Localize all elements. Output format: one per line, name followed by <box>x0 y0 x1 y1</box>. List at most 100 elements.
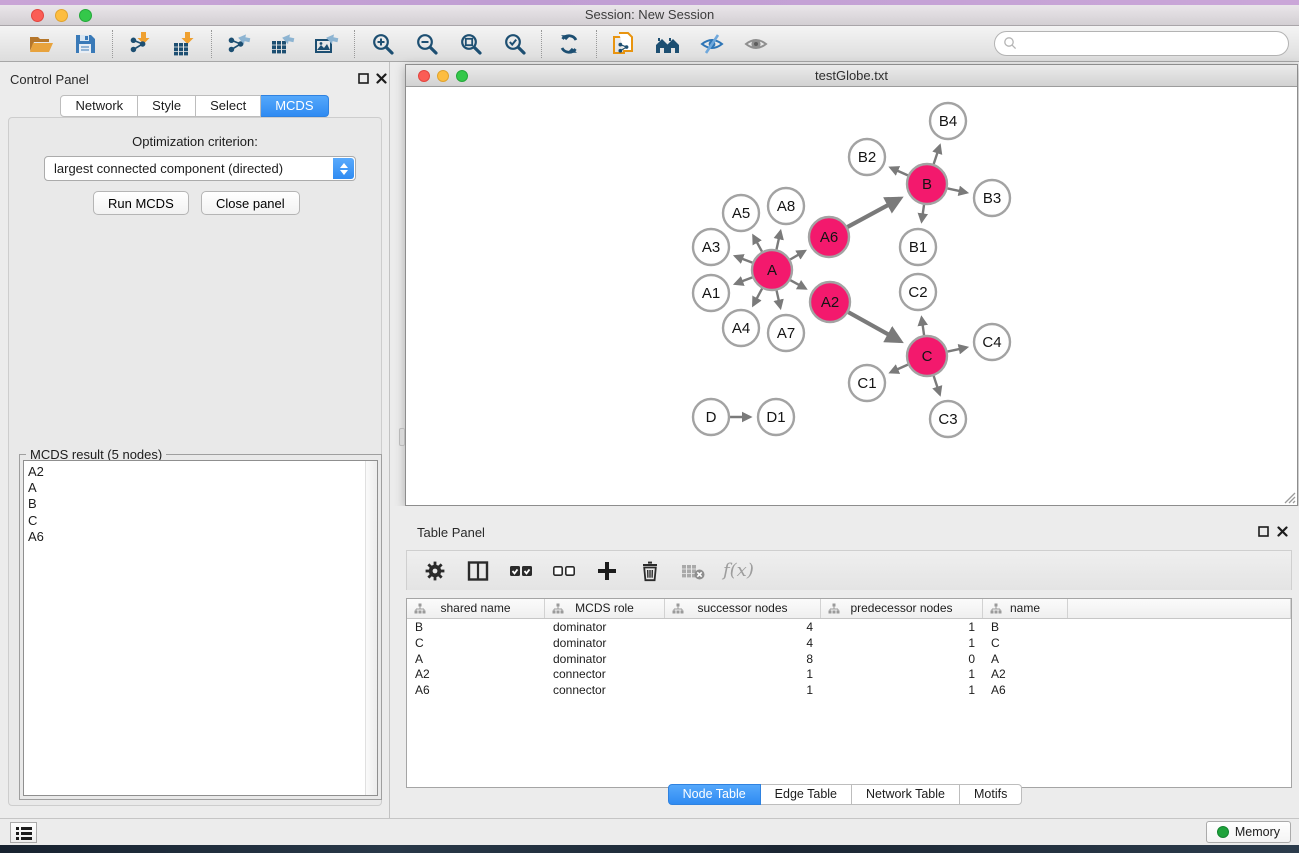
table-row[interactable]: A6connector11A6 <box>407 682 1291 698</box>
column-header-predecessor-nodes[interactable]: predecessor nodes <box>821 599 983 618</box>
close-panel-icon[interactable] <box>376 73 387 84</box>
delete-table-button[interactable] <box>680 558 706 584</box>
close-window-icon[interactable] <box>31 9 44 22</box>
resize-grip-icon[interactable] <box>1282 490 1296 504</box>
tab-style[interactable]: Style <box>138 95 196 117</box>
edge-A-A2[interactable] <box>790 280 805 288</box>
minimize-network-icon[interactable] <box>437 70 449 82</box>
open-button[interactable] <box>27 30 55 58</box>
criterion-select[interactable]: largest connected component (directed) <box>44 156 356 181</box>
tab-motifs[interactable]: Motifs <box>960 784 1022 805</box>
node-A5[interactable]: A5 <box>723 195 759 231</box>
column-header-shared-name[interactable]: shared name <box>407 599 545 618</box>
close-panel-button[interactable]: Close panel <box>201 191 300 215</box>
vertical-splitter-handle[interactable] <box>399 428 405 446</box>
node-A8[interactable]: A8 <box>768 188 804 224</box>
save-button[interactable] <box>71 30 99 58</box>
node-table[interactable]: shared nameMCDS rolesuccessor nodesprede… <box>406 598 1292 788</box>
edge-A2-C[interactable] <box>848 312 900 341</box>
edge-A-A5[interactable] <box>753 236 762 252</box>
edge-C-C1[interactable] <box>891 365 908 373</box>
clone-network-button[interactable] <box>610 30 638 58</box>
edge-B-B2[interactable] <box>891 168 908 176</box>
column-view-button[interactable] <box>465 558 491 584</box>
node-D[interactable]: D <box>693 399 729 435</box>
float-table-panel-icon[interactable] <box>1258 526 1269 537</box>
table-row[interactable]: A2connector11A2 <box>407 666 1291 682</box>
maximize-network-icon[interactable] <box>456 70 468 82</box>
search-input[interactable] <box>1018 34 1288 54</box>
maximize-window-icon[interactable] <box>79 9 92 22</box>
minimize-window-icon[interactable] <box>55 9 68 22</box>
deselect-all-button[interactable] <box>551 558 577 584</box>
import-table-button[interactable] <box>170 30 198 58</box>
gear-button[interactable] <box>422 558 448 584</box>
node-D1[interactable]: D1 <box>758 399 794 435</box>
zoom-fit-button[interactable] <box>456 30 484 58</box>
tab-network[interactable]: Network <box>60 95 138 117</box>
node-B4[interactable]: B4 <box>930 103 966 139</box>
edge-C-C3[interactable] <box>934 376 940 395</box>
node-A2[interactable]: A2 <box>810 282 850 322</box>
network-canvas[interactable]: B4B2BB3A5A8A6A3B1AC2A1A2A4A7C4CC1DD1C3 <box>406 87 1297 505</box>
table-row[interactable]: Cdominator41C <box>407 635 1291 651</box>
float-panel-icon[interactable] <box>358 73 369 84</box>
node-A3[interactable]: A3 <box>693 229 729 265</box>
home-button[interactable] <box>654 30 682 58</box>
tab-select[interactable]: Select <box>196 95 261 117</box>
export-table-button[interactable] <box>269 30 297 58</box>
node-B1[interactable]: B1 <box>900 229 936 265</box>
edge-A6-B[interactable] <box>847 199 900 227</box>
delete-column-button[interactable] <box>637 558 663 584</box>
mcds-result-list[interactable]: A2ABCA6 <box>23 460 378 796</box>
run-mcds-button[interactable]: Run MCDS <box>93 191 189 215</box>
edge-A-A6[interactable] <box>790 251 805 260</box>
tab-node-table[interactable]: Node Table <box>668 784 761 805</box>
tab-mcds[interactable]: MCDS <box>261 95 328 117</box>
node-C3[interactable]: C3 <box>930 401 966 437</box>
show-details-button[interactable] <box>742 30 770 58</box>
edge-A-A8[interactable] <box>776 231 780 249</box>
node-C4[interactable]: C4 <box>974 324 1010 360</box>
result-item[interactable]: C <box>28 513 377 529</box>
node-C2[interactable]: C2 <box>900 274 936 310</box>
edge-A-A4[interactable] <box>753 289 762 306</box>
result-item[interactable]: B <box>28 496 377 512</box>
edge-C-C2[interactable] <box>922 318 924 336</box>
result-item[interactable]: A <box>28 480 377 496</box>
task-history-button[interactable] <box>10 822 37 843</box>
result-item[interactable]: A6 <box>28 529 377 545</box>
memory-button[interactable]: Memory <box>1206 821 1291 843</box>
node-B[interactable]: B <box>907 164 947 204</box>
search-box[interactable] <box>994 31 1289 56</box>
edge-B-B1[interactable] <box>922 205 924 222</box>
node-A6[interactable]: A6 <box>809 217 849 257</box>
edge-C-C4[interactable] <box>948 347 967 351</box>
node-A[interactable]: A <box>752 250 792 290</box>
table-row[interactable]: Bdominator41B <box>407 619 1291 635</box>
node-B3[interactable]: B3 <box>974 180 1010 216</box>
add-column-button[interactable] <box>594 558 620 584</box>
result-scrollbar[interactable] <box>365 461 377 795</box>
edge-A-A7[interactable] <box>777 290 781 307</box>
close-network-icon[interactable] <box>418 70 430 82</box>
edge-A-A3[interactable] <box>735 256 752 262</box>
edge-B-B4[interactable] <box>934 146 940 165</box>
column-header-name[interactable]: name <box>983 599 1068 618</box>
zoom-selected-button[interactable] <box>500 30 528 58</box>
edge-A-A1[interactable] <box>735 277 752 283</box>
edge-B-B3[interactable] <box>948 188 967 192</box>
export-image-button[interactable] <box>313 30 341 58</box>
import-network-button[interactable] <box>126 30 154 58</box>
node-C[interactable]: C <box>907 336 947 376</box>
table-row[interactable]: Adominator80A <box>407 651 1291 667</box>
node-B2[interactable]: B2 <box>849 139 885 175</box>
zoom-out-button[interactable] <box>412 30 440 58</box>
tab-network-table[interactable]: Network Table <box>852 784 960 805</box>
select-all-button[interactable] <box>508 558 534 584</box>
close-table-panel-icon[interactable] <box>1277 526 1288 537</box>
zoom-in-button[interactable] <box>368 30 396 58</box>
node-A1[interactable]: A1 <box>693 275 729 311</box>
tab-edge-table[interactable]: Edge Table <box>761 784 852 805</box>
network-graph[interactable]: B4B2BB3A5A8A6A3B1AC2A1A2A4A7C4CC1DD1C3 <box>406 87 1297 505</box>
